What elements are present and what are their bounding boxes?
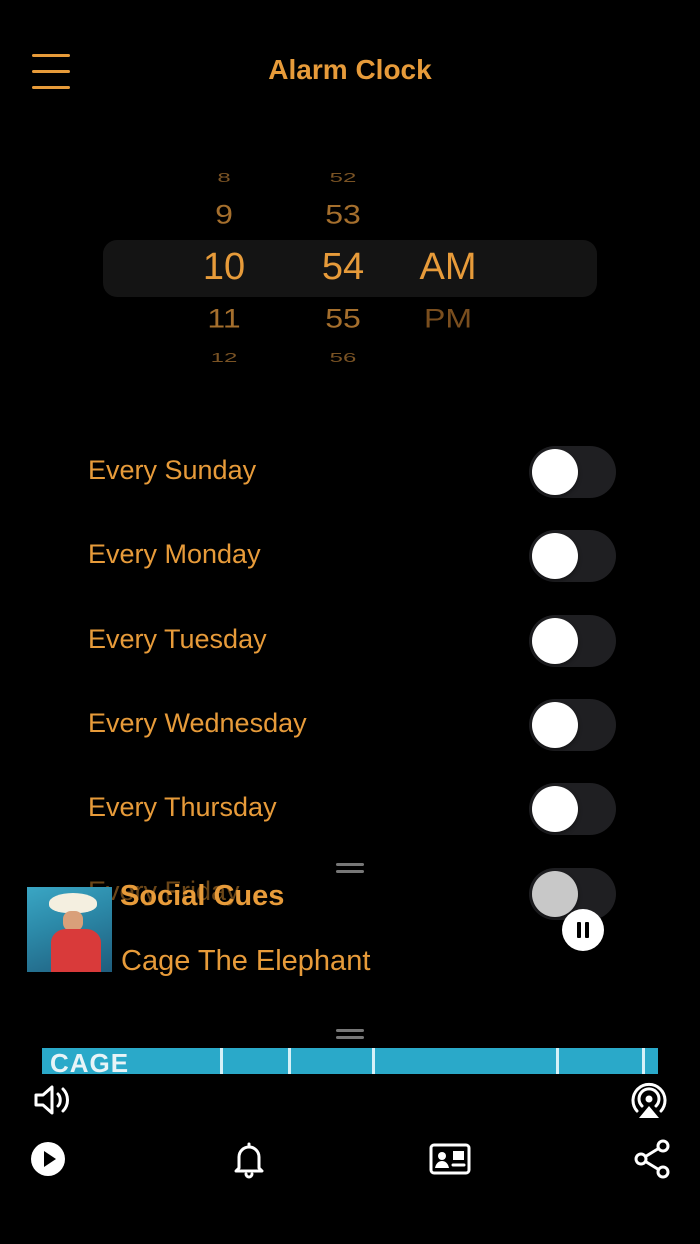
hour-selected: 10 (202, 246, 246, 288)
album-artwork[interactable] (27, 887, 112, 972)
airplay-icon[interactable] (627, 1078, 671, 1122)
album-strip-text: CAGE (50, 1048, 130, 1074)
day-label-thursday: Every Thursday (88, 792, 277, 822)
player-drag-handle[interactable] (336, 863, 364, 873)
album-art-preview: CAGE (42, 1048, 658, 1074)
panel-drag-handle[interactable] (336, 1029, 364, 1039)
minute-selected: 54 (321, 246, 365, 288)
bell-icon[interactable] (227, 1137, 271, 1181)
play-icon[interactable] (26, 1137, 70, 1181)
toggle-sunday[interactable] (529, 446, 616, 498)
period-option: PM (424, 302, 472, 334)
volume-icon[interactable] (31, 1078, 75, 1122)
minute-option: 52 (329, 170, 357, 186)
day-label-sunday: Every Sunday (88, 455, 257, 485)
day-label-monday: Every Monday (88, 539, 261, 569)
hour-option: 11 (207, 302, 241, 334)
minute-option: 55 (325, 302, 361, 334)
day-label-tuesday: Every Tuesday (88, 624, 267, 654)
toggle-tuesday[interactable] (529, 615, 616, 667)
day-label-wednesday: Every Wednesday (88, 708, 307, 738)
hour-option: 8 (217, 170, 231, 186)
page-title: Alarm Clock (268, 54, 432, 85)
artist-name: Cage The Elephant (121, 945, 371, 977)
minute-option: 53 (325, 198, 361, 230)
toggle-wednesday[interactable] (529, 699, 616, 751)
period-wheel[interactable]: AM PM (398, 160, 498, 375)
contact-card-icon[interactable] (428, 1137, 472, 1181)
hour-option: 9 (215, 198, 233, 230)
pause-button[interactable] (562, 909, 604, 951)
share-icon[interactable] (631, 1137, 675, 1181)
period-selected: AM (419, 246, 477, 288)
hour-option: 12 (210, 350, 238, 366)
song-title: Social Cues (120, 880, 285, 912)
minute-option: 56 (329, 350, 357, 366)
toggle-monday[interactable] (529, 530, 616, 582)
minute-wheel[interactable]: 52 53 54 55 56 (293, 160, 393, 375)
toggle-thursday[interactable] (529, 783, 616, 835)
hour-wheel[interactable]: 8 9 10 11 12 (174, 160, 274, 375)
